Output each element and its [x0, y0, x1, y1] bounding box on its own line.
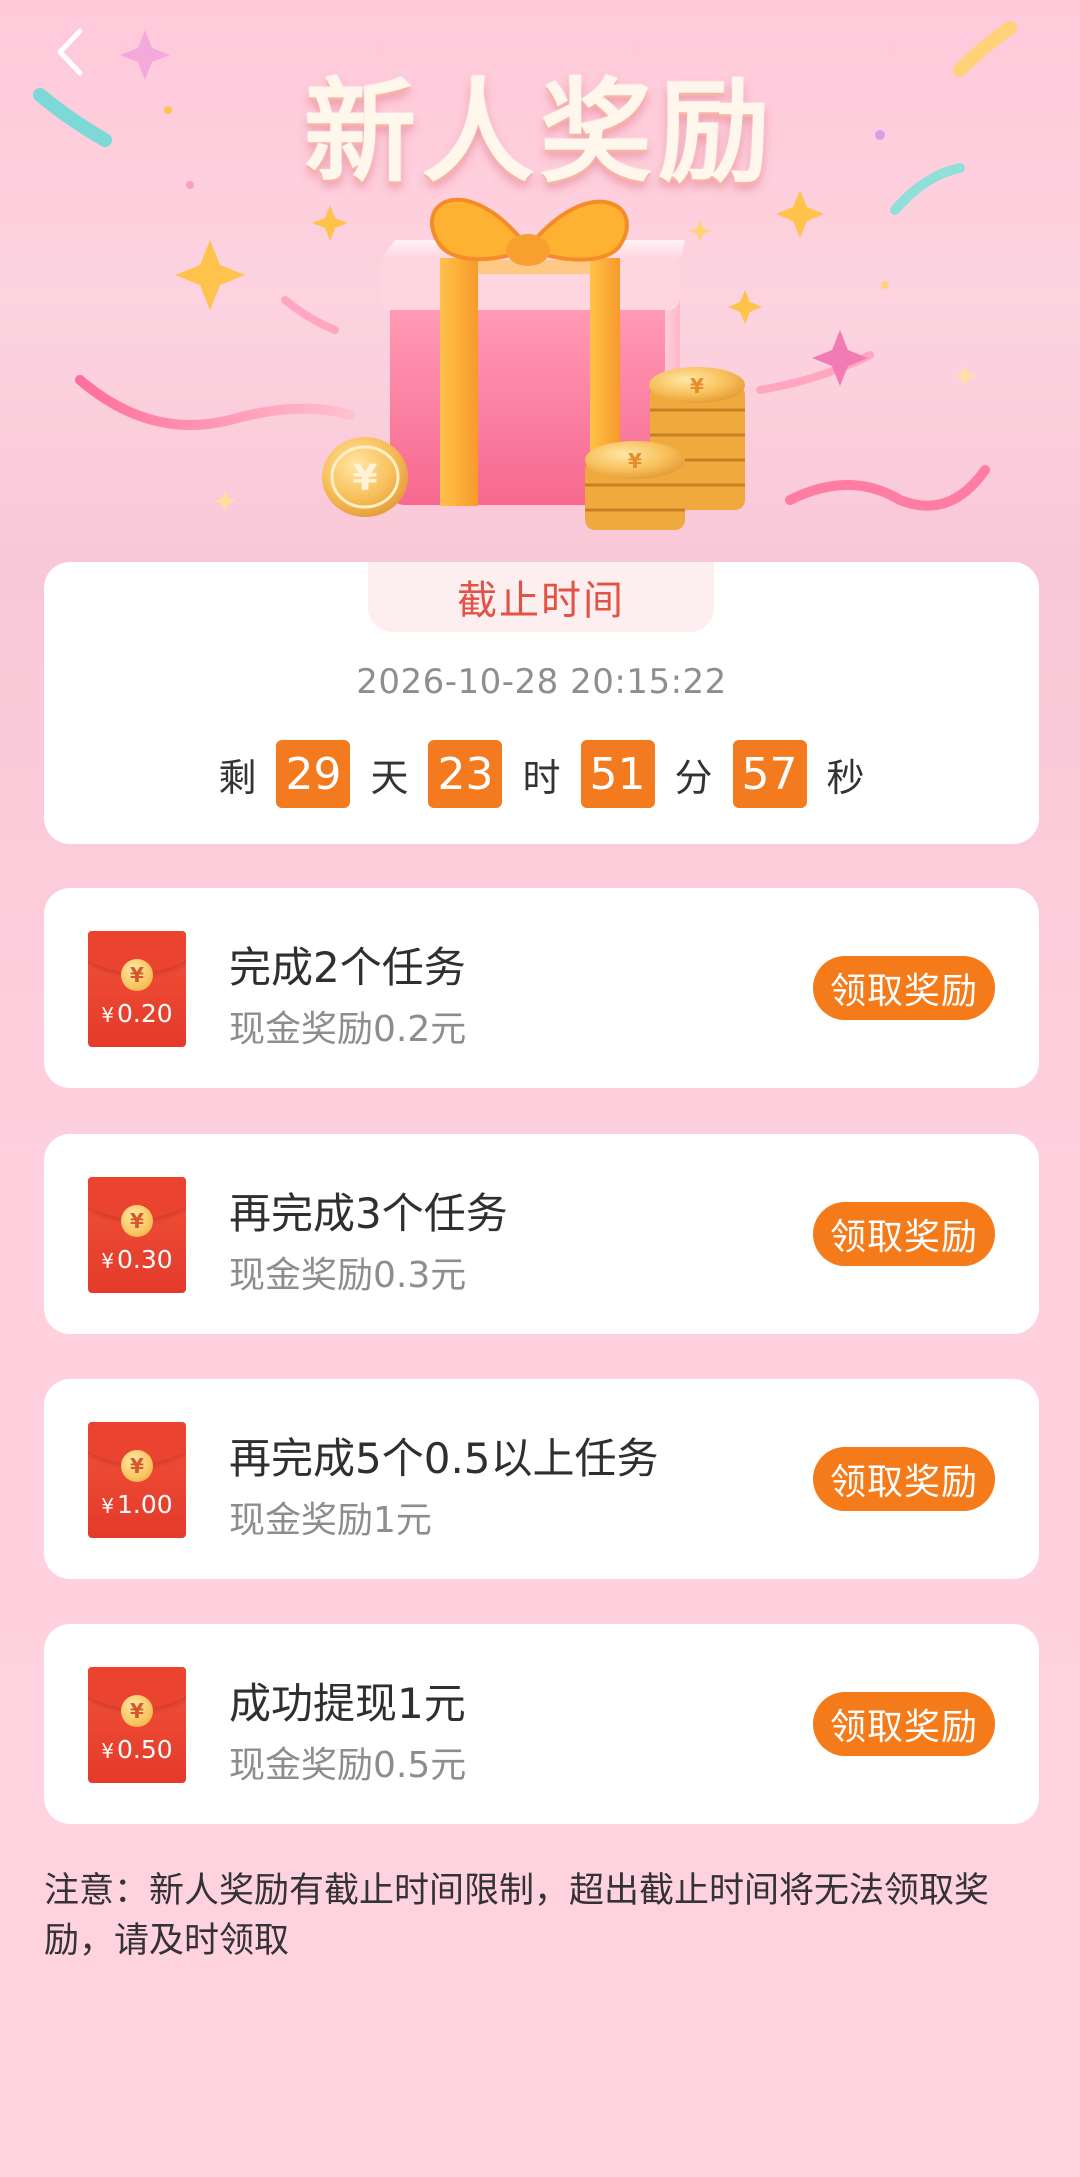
task-title: 成功提现1元 [229, 1679, 466, 1728]
hero-banner: ¥ ¥ ¥ 新人奖励 [0, 0, 1080, 580]
claim-reward-button[interactable]: 领取奖励 [813, 1692, 995, 1756]
task-title: 再完成5个0.5以上任务 [229, 1434, 659, 1483]
currency-symbol: ¥ [101, 1003, 115, 1027]
claim-reward-button[interactable]: 领取奖励 [813, 956, 995, 1020]
seconds-unit: 秒 [826, 755, 865, 800]
task-reward: 现金奖励0.2元 [229, 1009, 467, 1050]
chevron-left-icon [57, 28, 83, 76]
yuan-coin-icon: ¥ [121, 959, 153, 991]
days-value: 29 [276, 740, 351, 808]
hours-value: 23 [428, 740, 503, 808]
red-packet-icon: ¥ ¥0.50 [88, 1667, 186, 1783]
task-card: ¥ ¥0.30 再完成3个任务 现金奖励0.3元 领取奖励 [44, 1134, 1039, 1334]
minutes-unit: 分 [674, 755, 713, 800]
task-title: 完成2个任务 [229, 943, 466, 992]
hours-unit: 时 [522, 755, 561, 800]
yuan-coin-icon: ¥ [121, 1695, 153, 1727]
task-card: ¥ ¥0.50 成功提现1元 现金奖励0.5元 领取奖励 [44, 1624, 1039, 1824]
packet-amount: 0.20 [117, 999, 173, 1028]
currency-symbol: ¥ [101, 1739, 115, 1763]
red-packet-icon: ¥ ¥0.30 [88, 1177, 186, 1293]
task-reward: 现金奖励0.5元 [229, 1745, 467, 1786]
claim-reward-button[interactable]: 领取奖励 [813, 1447, 995, 1511]
page-title: 新人奖励 [304, 68, 776, 198]
task-reward: 现金奖励0.3元 [229, 1255, 467, 1296]
svg-text:¥: ¥ [352, 458, 377, 499]
countdown-timer: 剩 29 天 23 时 51 分 57 秒 [44, 740, 1039, 808]
minutes-value: 51 [580, 740, 655, 808]
deadline-datetime: 2026-10-28 20:15:22 [356, 662, 727, 702]
task-card: ¥ ¥0.20 完成2个任务 现金奖励0.2元 领取奖励 [44, 888, 1039, 1088]
currency-symbol: ¥ [101, 1249, 115, 1273]
task-reward: 现金奖励1元 [229, 1500, 432, 1541]
days-unit: 天 [370, 755, 409, 800]
svg-text:¥: ¥ [628, 449, 642, 473]
back-button[interactable] [40, 22, 100, 82]
packet-amount: 1.00 [117, 1490, 173, 1519]
task-title: 再完成3个任务 [229, 1189, 508, 1238]
notice-text: 注意：新人奖励有截止时间限制，超出截止时间将无法领取奖励，请及时领取 [44, 1871, 990, 1961]
red-packet-icon: ¥ ¥1.00 [88, 1422, 186, 1538]
red-packet-icon: ¥ ¥0.20 [88, 931, 186, 1047]
countdown-card: 截止时间 2026-10-28 20:15:22 剩 29 天 23 时 51 … [44, 562, 1039, 844]
seconds-value: 57 [732, 740, 807, 808]
remaining-prefix: 剩 [218, 755, 257, 800]
yuan-coin-icon: ¥ [121, 1450, 153, 1482]
currency-symbol: ¥ [101, 1494, 115, 1518]
deadline-label: 截止时间 [368, 562, 714, 632]
svg-text:¥: ¥ [690, 374, 704, 398]
yuan-coin-icon: ¥ [121, 1205, 153, 1237]
packet-amount: 0.30 [117, 1245, 173, 1274]
packet-amount: 0.50 [117, 1735, 173, 1764]
task-card: ¥ ¥1.00 再完成5个0.5以上任务 现金奖励1元 领取奖励 [44, 1379, 1039, 1579]
claim-reward-button[interactable]: 领取奖励 [813, 1202, 995, 1266]
